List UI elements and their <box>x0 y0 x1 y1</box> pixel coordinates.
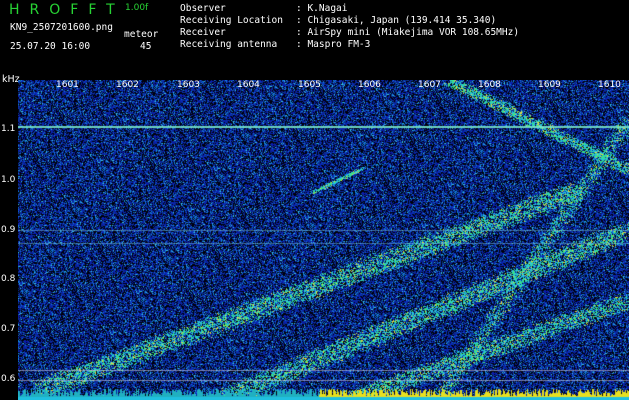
y-tick-0.7: 0.7 <box>1 324 16 334</box>
x-tick-1605: 1605 <box>298 80 321 90</box>
observer-value: : K.Nagai <box>296 3 348 14</box>
x-tick-1606: 1606 <box>358 80 381 90</box>
meteor-count: 45 <box>140 41 152 52</box>
observer-label: Observer <box>180 3 226 14</box>
x-tick-1608: 1608 <box>478 80 501 90</box>
antenna-label: Receiving antenna <box>180 39 278 50</box>
y-axis: 1.1 1.0 0.9 0.8 0.7 0.6 <box>0 80 18 400</box>
spectrogram-plot: 1601 1602 1603 1604 1605 1606 1607 1608 … <box>18 80 629 400</box>
x-tick-1609: 1609 <box>538 80 561 90</box>
y-tick-0.8: 0.8 <box>1 274 16 284</box>
location-value: : Chigasaki, Japan (139.414 35.340) <box>296 15 497 26</box>
x-tick-1602: 1602 <box>116 80 139 90</box>
y-tick-1.0: 1.0 <box>1 175 16 185</box>
location-label: Receiving Location <box>180 15 283 26</box>
receiver-label: Receiver <box>180 27 226 38</box>
datetime-label: 25.07.20 16:00 <box>10 41 91 52</box>
brand-title: HROFFT <box>9 2 125 18</box>
meteor-label: meteor <box>124 29 159 40</box>
x-tick-1607: 1607 <box>418 80 441 90</box>
y-tick-0.9: 0.9 <box>1 225 16 235</box>
x-tick-1601: 1601 <box>56 80 79 90</box>
receiver-value: : AirSpy mini (Miakejima VOR 108.65MHz) <box>296 27 520 38</box>
version-label: 1.00f <box>125 3 149 13</box>
antenna-value: : Maspro FM-3 <box>296 39 371 50</box>
x-tick-1603: 1603 <box>177 80 200 90</box>
x-tick-1610: 1610 <box>598 80 621 90</box>
y-tick-1.1: 1.1 <box>1 124 16 134</box>
x-tick-1604: 1604 <box>237 80 260 90</box>
y-tick-0.6: 0.6 <box>1 374 16 384</box>
filename-label: KN9_2507201600.png <box>10 22 113 33</box>
spectrogram-canvas <box>18 80 629 400</box>
header-panel: HROFFT 1.00f KN9_2507201600.png meteor 2… <box>0 0 629 85</box>
